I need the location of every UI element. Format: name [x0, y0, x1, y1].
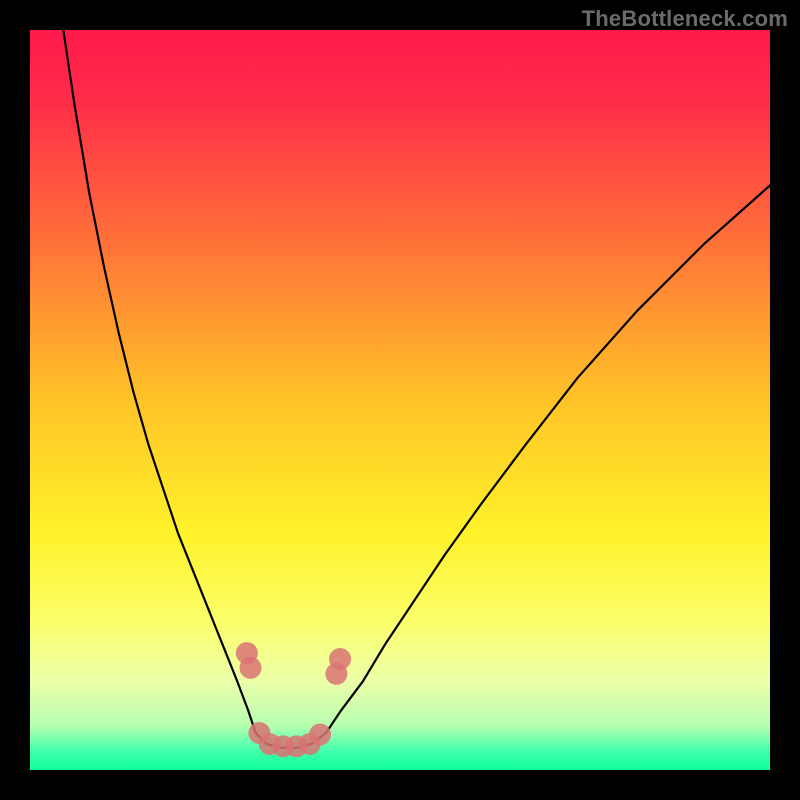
chart-svg	[30, 30, 770, 770]
marker-dot	[309, 723, 331, 745]
marker-dot	[329, 648, 351, 670]
gradient-background	[30, 30, 770, 770]
marker-dot	[240, 657, 262, 679]
plot-area	[30, 30, 770, 770]
watermark-text: TheBottleneck.com	[582, 6, 788, 32]
chart-frame: TheBottleneck.com	[0, 0, 800, 800]
